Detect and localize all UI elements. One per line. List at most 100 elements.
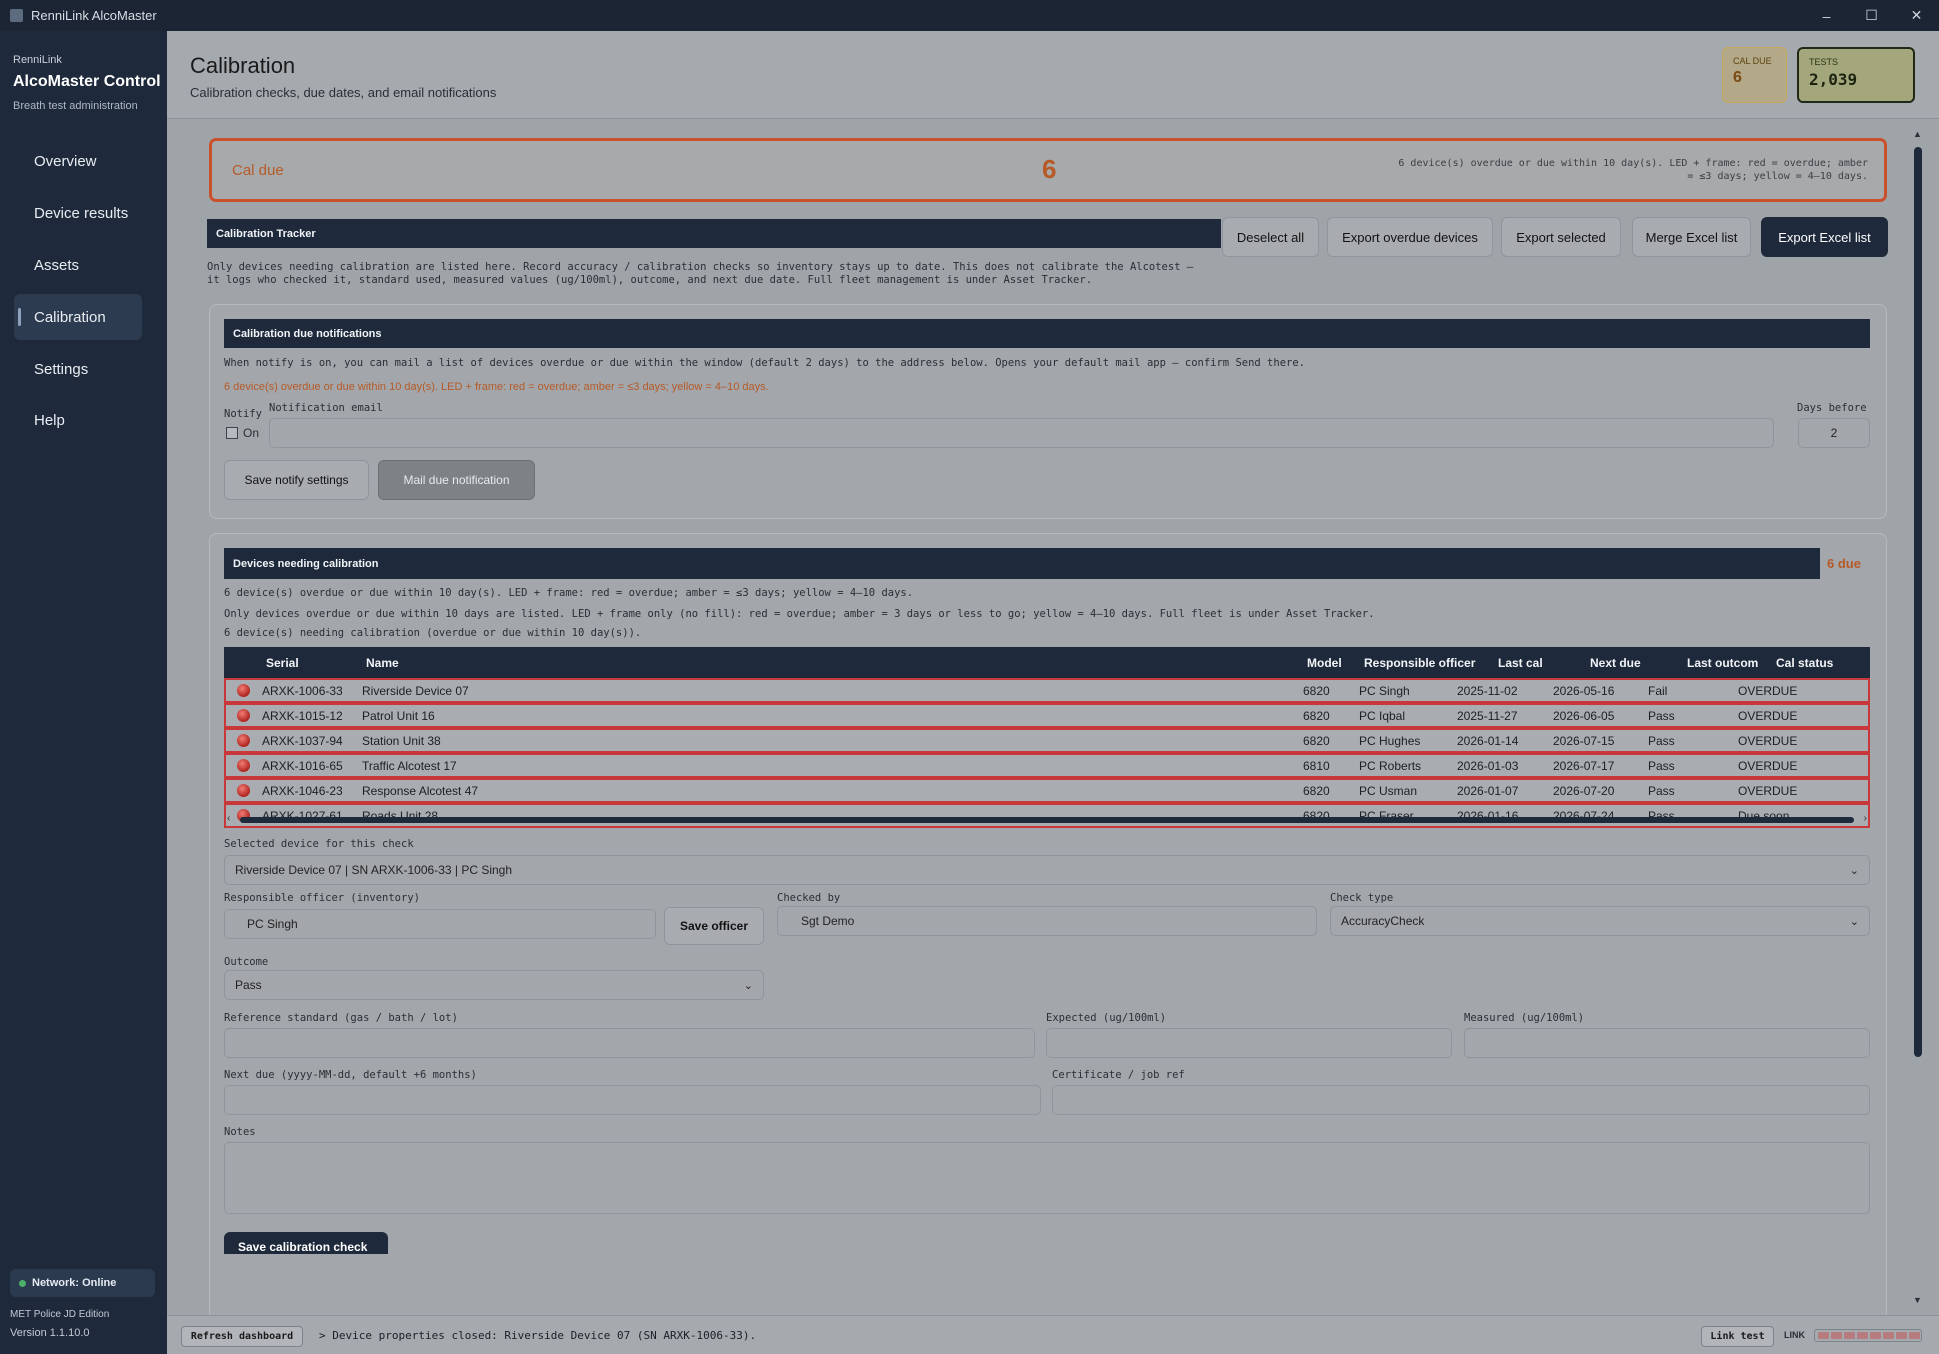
scroll-right-icon[interactable]: › [1864,813,1867,824]
sidebar-item-overview[interactable]: Overview [14,138,142,184]
col-officer[interactable]: Responsible officer [1364,647,1475,678]
officer-input[interactable]: PC Singh [224,909,656,939]
col-serial[interactable]: Serial [266,647,299,678]
selected-device-value: Riverside Device 07 | SN ARXK-1006-33 | … [235,863,513,877]
merge-excel-button[interactable]: Merge Excel list [1632,217,1751,257]
cell-outcome: Fail [1648,683,1668,698]
days-before-label: Days before [1797,402,1867,414]
cell-officer: PC Iqbal [1359,708,1406,723]
cell-name: Station Unit 38 [362,733,441,748]
link-led [1896,1332,1907,1339]
check-type-label: Check type [1330,892,1394,904]
col-model[interactable]: Model [1307,647,1342,678]
version-label: Version 1.1.10.0 [10,1327,90,1339]
cell-next-due: 2026-06-05 [1553,708,1615,723]
notes-label: Notes [224,1126,256,1138]
cell-next-due: 2026-07-17 [1553,758,1615,773]
export-overdue-button[interactable]: Export overdue devices [1327,217,1493,257]
mail-due-button[interactable]: Mail due notification [378,460,535,500]
maximize-icon[interactable]: ☐ [1849,0,1894,31]
link-label: LINK [1784,1330,1805,1340]
sidebar-item-calibration[interactable]: Calibration [14,294,142,340]
close-icon[interactable]: ✕ [1894,0,1939,31]
outcome-label: Outcome [224,956,269,968]
status-led-icon [237,684,250,697]
link-led [1909,1332,1920,1339]
notify-checkbox[interactable] [226,427,238,439]
chevron-down-icon: ⌄ [1849,865,1859,877]
col-last-cal[interactable]: Last cal [1498,647,1543,678]
main-content[interactable]: Cal due 6 6 device(s) overdue or due wit… [167,119,1939,1315]
table-row[interactable]: ARXK-1046-23 Response Alcotest 47 6820 PC U… [224,778,1870,803]
notify-title: Calibration due notifications [224,319,1870,348]
next-due-label: Next due (yyyy-MM-dd, default +6 months) [224,1069,477,1081]
status-led-icon [237,734,250,747]
measured-label: Measured (ug/100ml) [1464,1012,1585,1024]
status-dot-icon [19,1279,26,1287]
certificate-input[interactable] [1052,1085,1870,1115]
page-vscrollbar[interactable]: ▲ ▼ [1911,129,1923,1309]
sidebar-item-device-results[interactable]: Device results [14,190,142,236]
devices-info-1: 6 device(s) overdue or due within 10 day… [224,587,914,599]
calibration-tracker-title: Calibration Tracker [207,219,1221,248]
cell-serial: ARXK-1015-12 [262,708,343,723]
cell-outcome: Pass [1648,708,1675,723]
days-before-input[interactable]: 2 [1798,418,1870,448]
save-notify-button[interactable]: Save notify settings [224,460,369,500]
cell-model: 6810 [1303,758,1330,773]
brand-subtitle: Breath test administration [13,100,138,112]
scroll-down-icon[interactable]: ▼ [1913,1295,1922,1305]
outcome-select[interactable]: Pass ⌄ [224,970,764,1000]
notify-on-label: On [243,426,260,440]
officer-label: Responsible officer (inventory) [224,892,420,904]
cell-serial: ARXK-1046-23 [262,783,343,798]
status-led-icon [237,759,250,772]
save-officer-button[interactable]: Save officer [664,907,764,945]
stat-cal-due: CAL DUE 6 [1722,47,1787,103]
stat-label: CAL DUE [1733,56,1772,66]
table-row[interactable]: ARXK-1015-12 Patrol Unit 16 6820 PC Iqbal 20… [224,703,1870,728]
notify-label: Notify [224,408,262,420]
sidebar-item-assets[interactable]: Assets [14,242,142,288]
refresh-dashboard-button[interactable]: Refresh dashboard [181,1326,303,1347]
checked-by-input[interactable]: Sgt Demo [777,906,1317,936]
table-row[interactable]: ARXK-1016-65 Traffic Alcotest 17 6810 PC Ro… [224,753,1870,778]
hscroll-thumb[interactable] [240,817,1854,823]
cell-officer: PC Usman [1359,783,1418,798]
reference-input[interactable] [224,1028,1035,1058]
col-cal-status[interactable]: Cal status [1776,647,1833,678]
link-test-button[interactable]: Link test [1701,1326,1774,1347]
sidebar-item-settings[interactable]: Settings [14,346,142,392]
email-input[interactable] [269,418,1774,448]
col-outcome[interactable]: Last outcom [1687,647,1758,678]
check-type-select[interactable]: AccuracyCheck ⌄ [1330,906,1870,936]
scroll-up-icon[interactable]: ▲ [1913,129,1922,139]
table-row[interactable]: ARXK-1006-33 Riverside Device 07 6820 PC Si… [224,678,1870,703]
selected-device-select[interactable]: Riverside Device 07 | SN ARXK-1006-33 | … [224,855,1870,885]
col-next-due[interactable]: Next due [1590,647,1641,678]
expected-input[interactable] [1046,1028,1452,1058]
deselect-all-button[interactable]: Deselect all [1222,217,1319,257]
status-led-icon [237,784,250,797]
cell-name: Response Alcotest 47 [362,783,479,798]
notes-textarea[interactable] [224,1142,1870,1214]
table-row[interactable]: ARXK-1037-94 Station Unit 38 6820 PC Hughes… [224,728,1870,753]
save-calibration-check-button[interactable]: Save calibration check [224,1232,388,1254]
cell-last-cal: 2026-01-03 [1457,758,1519,773]
col-name[interactable]: Name [366,647,399,678]
sidebar-item-help[interactable]: Help [14,397,142,443]
scroll-left-icon[interactable]: ‹ [227,813,230,824]
link-led [1883,1332,1894,1339]
vscroll-thumb[interactable] [1914,147,1922,1057]
export-selected-button[interactable]: Export selected [1501,217,1621,257]
minimize-icon[interactable]: – [1804,0,1849,31]
stat-tests: TESTS 2,039 [1797,47,1915,103]
export-excel-button[interactable]: Export Excel list [1761,217,1888,257]
cell-status: OVERDUE [1738,758,1798,773]
next-due-input[interactable] [224,1085,1041,1115]
devices-table: Serial Name Model Responsible officer La… [224,647,1870,828]
table-hscrollbar[interactable]: ‹ › [224,813,1870,825]
devices-panel: Devices needing calibration 6 due 6 devi… [209,533,1887,1315]
cell-last-cal: 2025-11-27 [1457,708,1518,723]
measured-input[interactable] [1464,1028,1870,1058]
